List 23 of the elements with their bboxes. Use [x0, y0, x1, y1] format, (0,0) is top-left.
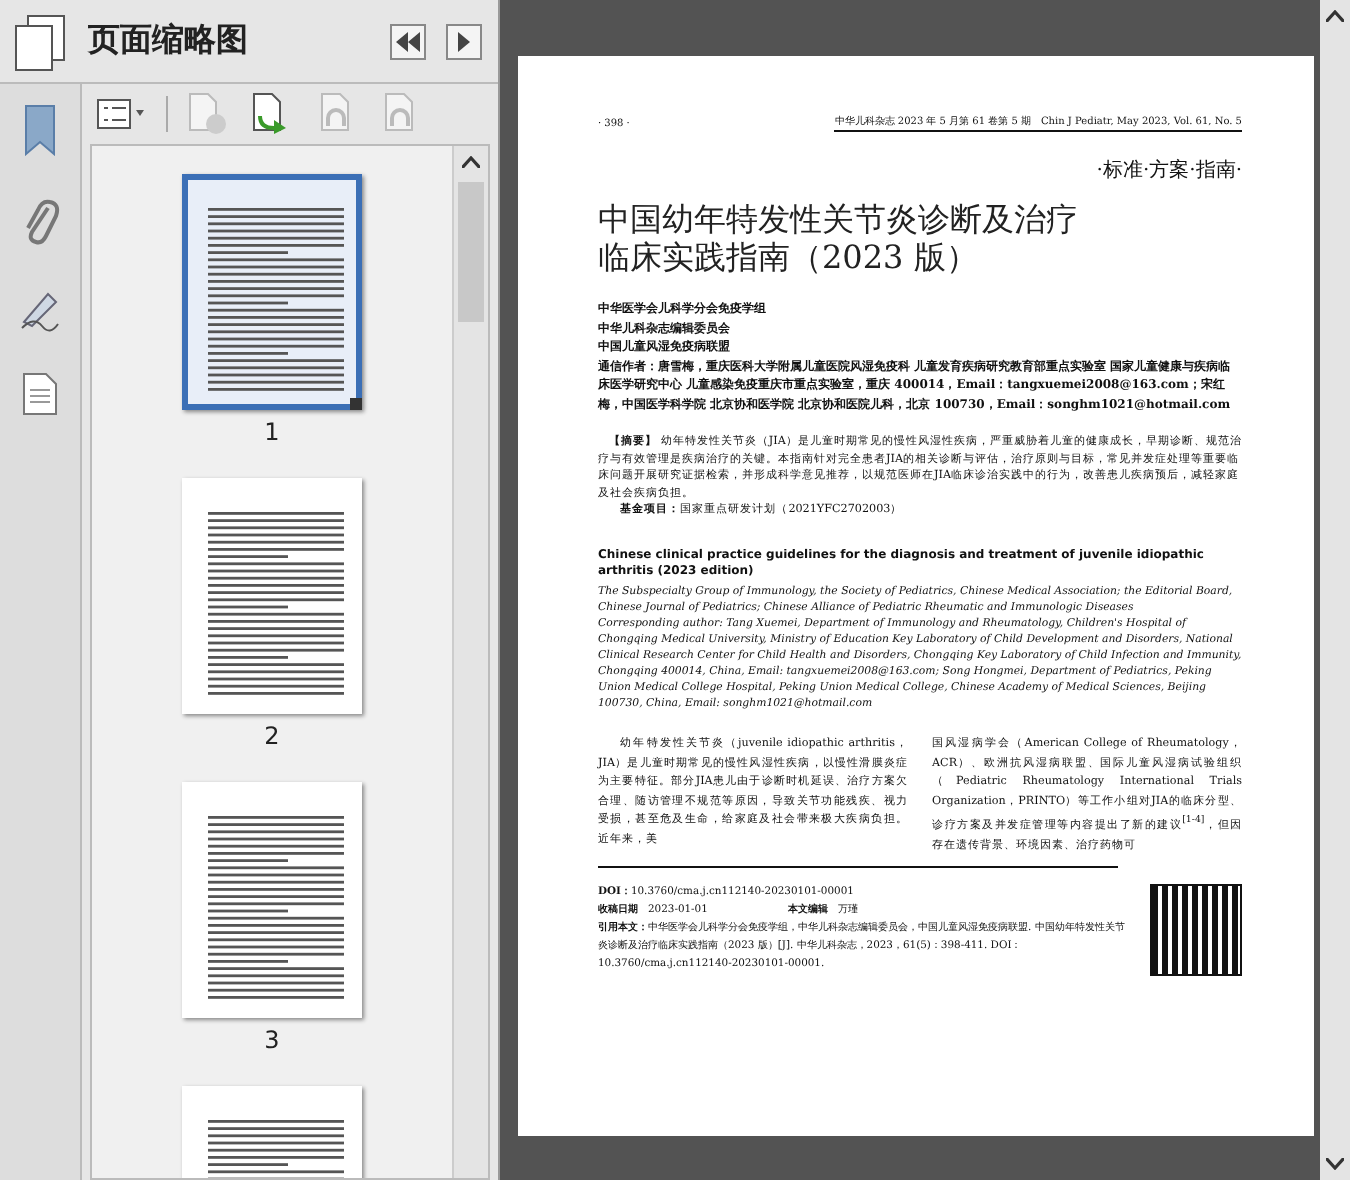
options-button[interactable]	[94, 96, 150, 132]
scrollbar-thumb[interactable]	[458, 182, 484, 322]
section-label: ·标准·方案·指南·	[1096, 157, 1242, 184]
scrollbar[interactable]	[452, 146, 488, 1178]
qr-code-icon	[1150, 884, 1242, 977]
document-icon[interactable]	[22, 372, 58, 416]
double-left-arrow-icon	[396, 31, 420, 51]
panel-title: 页面缩略图	[88, 20, 250, 62]
bookmark-icon[interactable]	[22, 104, 58, 156]
document-title: 临床实践指南（2023 版）	[598, 238, 980, 276]
page-thumbnail[interactable]	[182, 174, 362, 410]
scrollbar[interactable]	[1320, 0, 1350, 1180]
options-icon	[96, 98, 148, 130]
page-number: 2	[264, 722, 280, 750]
pen-icon[interactable]	[18, 288, 62, 332]
next-page-button[interactable]	[446, 23, 482, 59]
pages-icon	[12, 11, 68, 71]
page-number: 1	[264, 418, 280, 446]
document-title: 中国幼年特发性关节炎诊断及治疗	[598, 200, 1080, 238]
right-arrow-icon	[458, 31, 470, 51]
page-delete-icon	[186, 92, 230, 136]
first-page-button[interactable]	[390, 23, 426, 59]
page-number: 3	[264, 1026, 280, 1054]
